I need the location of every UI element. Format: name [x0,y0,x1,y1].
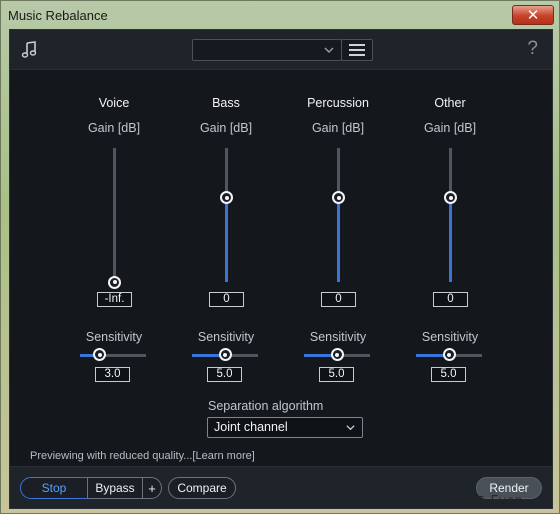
sensitivity-value-field[interactable]: 5.0 [207,367,242,382]
chevron-down-icon [346,425,355,431]
sensitivity-value-field[interactable]: 5.0 [319,367,354,382]
channel-bass: Bass Gain [dB] 0 Sensitivity 5.0 [186,90,266,390]
watermark-text: 一文_Even [458,494,523,509]
window-title: Music Rebalance [8,7,108,23]
preview-quality-note[interactable]: Previewing with reduced quality...[Learn… [30,450,255,462]
sensitivity-label: Sensitivity [85,330,143,344]
separation-algorithm-label: Separation algorithm [208,399,324,413]
gain-label: Gain [dB] [311,121,365,135]
sensitivity-label: Sensitivity [197,330,255,344]
gain-value-field[interactable]: 0 [433,292,468,307]
gain-label: Gain [dB] [87,121,141,135]
sensitivity-label: Sensitivity [421,330,479,344]
add-bypass-button[interactable]: + [142,477,162,499]
preset-dropdown[interactable] [192,39,342,61]
separation-algorithm-value: Joint channel [214,420,288,434]
channel-other: Other Gain [dB] 0 Sensitivity 5.0 [410,90,490,390]
close-icon: ✕ [526,7,540,24]
sensitivity-label: Sensitivity [309,330,367,344]
separation-algorithm-dropdown[interactable]: Joint channel [207,417,363,438]
channel-voice: Voice Gain [dB] -Inf. Sensitivity 3.0 [74,90,154,390]
gain-label: Gain [dB] [423,121,477,135]
plugin-toolbar: ? [10,30,552,70]
hamburger-icon [349,44,365,46]
preset-menu-button[interactable] [341,39,373,61]
gain-fader-fill [225,197,228,282]
gain-fader-handle[interactable] [220,191,233,205]
gain-fader-fill [337,197,340,282]
chevron-down-icon [324,47,334,53]
channel-title: Other [434,96,466,110]
channel-title: Bass [212,96,240,110]
gain-value-field[interactable]: 0 [321,292,356,307]
plugin-panel: ? Voice Gain [dB] -Inf. Sensitivity 3.0 … [9,29,553,509]
sensitivity-slider-handle[interactable] [442,348,456,361]
channel-title: Percussion [307,96,369,110]
sensitivity-slider-handle[interactable] [330,348,344,361]
gain-fader-handle[interactable] [108,275,121,289]
close-button[interactable]: ✕ [512,5,554,25]
bypass-button[interactable]: Bypass [87,477,143,499]
gain-fader-handle[interactable] [332,191,345,205]
channel-percussion: Percussion Gain [dB] 0 Sensitivity 5.0 [298,90,378,390]
gain-fader-fill [449,197,452,282]
gain-value-field[interactable]: 0 [209,292,244,307]
compare-button[interactable]: Compare [168,477,236,499]
help-icon[interactable]: ? [527,38,538,60]
sensitivity-value-field[interactable]: 3.0 [95,367,130,382]
stop-button[interactable]: Stop [20,477,88,499]
sensitivity-value-field[interactable]: 5.0 [431,367,466,382]
sensitivity-slider-handle[interactable] [218,348,232,361]
music-note-logo-icon[interactable] [20,40,40,60]
channel-title: Voice [98,96,130,110]
gain-label: Gain [dB] [199,121,253,135]
app-window: Music Rebalance ✕ ? Voice Gain [dB] -Inf… [0,0,560,514]
title-bar: Music Rebalance ✕ [1,1,559,29]
gain-fader-track[interactable] [113,148,116,282]
gain-fader-handle[interactable] [444,191,457,205]
sensitivity-slider-handle[interactable] [93,348,107,361]
gain-value-field[interactable]: -Inf. [97,292,132,307]
